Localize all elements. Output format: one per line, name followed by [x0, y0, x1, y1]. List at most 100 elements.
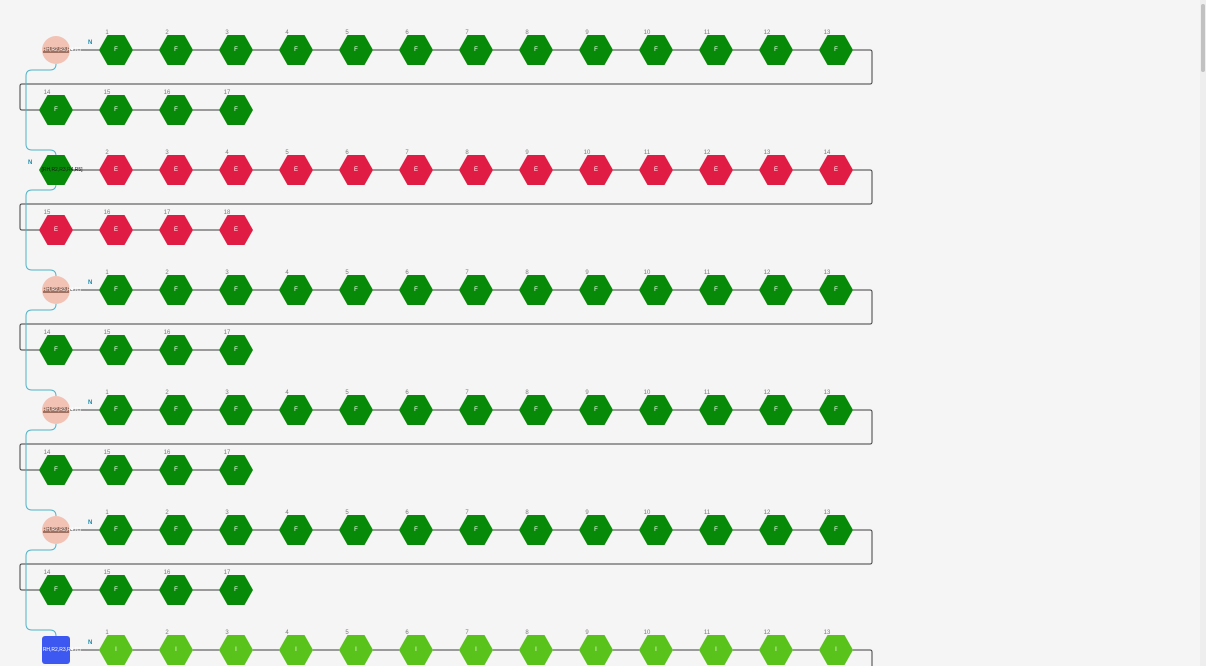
chain-0-residue-12-number: 12 — [764, 30, 771, 36]
chain-2-residue-14-letter: F — [54, 347, 58, 353]
chain-1-residue-15-letter: E — [54, 227, 58, 233]
chain-4-n-terminal-label: N — [88, 520, 92, 526]
chain-4-residue-14-number: 14 — [44, 570, 51, 576]
chain-1-residue-17-number: 17 — [164, 210, 171, 216]
chain-1-residue-14-letter: E — [834, 167, 838, 173]
chain-4-residue-4-letter: F — [294, 527, 298, 533]
chain-0-residue-16-number: 16 — [164, 90, 171, 96]
chain-4-residue-13-letter: F — [834, 527, 838, 533]
chain-5-n-terminal-label: N — [88, 640, 92, 646]
chain-2-residue-7-letter: F — [474, 287, 478, 293]
chain-0-residue-12-letter: F — [774, 47, 778, 53]
chain-4-residue-1-letter: F — [114, 527, 118, 533]
chain-0-residue-15-number: 15 — [104, 90, 111, 96]
chain-0-residue-3-letter: F — [234, 47, 238, 53]
chain-1-modification-label: [RH,R2,R3,R4,R5] — [41, 167, 83, 173]
chain-2-modification-label: RH,R2,R3,R4,R5 — [43, 287, 82, 293]
chain-4-residue-17-number: 17 — [224, 570, 231, 576]
chain-2-n-terminal-label: N — [88, 280, 92, 286]
chain-4-residue-13-number: 13 — [824, 510, 831, 516]
chain-4-modification-label: RH,R2,R3,R4,R5 — [43, 527, 82, 533]
scrollbar-thumb[interactable] — [1201, 4, 1205, 72]
chain-0-residue-6-letter: F — [414, 47, 418, 53]
chain-4-residue-6-letter: F — [414, 527, 418, 533]
chain-4-residue-8-letter: F — [534, 527, 538, 533]
chain-2-residue-1-letter: F — [114, 287, 118, 293]
chain-1-residue-18-number: 18 — [224, 210, 231, 216]
chain-2-residue-5-letter: F — [354, 287, 358, 293]
chain-2-wrap-line — [19, 289, 873, 351]
chain-4-residue-5-letter: F — [354, 527, 358, 533]
chain-1-residue-2-letter: E — [114, 167, 118, 173]
chain-0-residue-17-number: 17 — [224, 90, 231, 96]
chain-3-residue-14-number: 14 — [44, 450, 51, 456]
chain-0-modification-label: RH,R2,R3,R4,R5 — [43, 47, 82, 53]
scrollbar-track[interactable] — [1200, 0, 1206, 666]
chain-2-residue-11-letter: F — [714, 287, 718, 293]
chain-3-residue-4-letter: F — [294, 407, 298, 413]
chain-3-modification-label: RH,R2,R3,R4,R5 — [43, 407, 82, 413]
chain-2-residue-12-number: 12 — [764, 270, 771, 276]
chain-3-residue-17-letter: F — [234, 467, 238, 473]
chain-1-residue-13-number: 13 — [764, 150, 771, 156]
chain-1-residue-16-letter: E — [114, 227, 118, 233]
chain-1-residue-11-number: 11 — [644, 150, 651, 156]
chain-5-residue-10-number: 10 — [644, 630, 651, 636]
peptide-diagram: RH,R2,R3,R4,R5NF1F2F3F4F5F6F7F8F9F10F11F… — [19, 30, 873, 666]
chain-2-residue-2-letter: F — [174, 287, 178, 293]
chain-2-residue-12-letter: F — [774, 287, 778, 293]
chain-5-residue-12-number: 12 — [764, 630, 771, 636]
chain-0-residue-8-letter: F — [534, 47, 538, 53]
chain-3-residue-13-letter: F — [834, 407, 838, 413]
chain-3-wrap-line — [19, 409, 873, 471]
chain-0-residue-10-number: 10 — [644, 30, 651, 36]
chain-2-residue-11-number: 11 — [704, 270, 711, 276]
chain-2-residue-16-number: 16 — [164, 330, 171, 336]
chain-0-residue-5-letter: F — [354, 47, 358, 53]
chain-0-residue-4-letter: F — [294, 47, 298, 53]
chain-0-residue-13-number: 13 — [824, 30, 831, 36]
chain-3-residue-1-letter: F — [114, 407, 118, 413]
chain-1-residue-9-letter: E — [534, 167, 538, 173]
chain-0-residue-9-letter: F — [594, 47, 598, 53]
chain-0-wrap-line — [19, 49, 873, 111]
chain-1-residue-6-letter: E — [354, 167, 358, 173]
chain-2-residue-15-number: 15 — [104, 330, 111, 336]
chain-4-residue-10-number: 10 — [644, 510, 651, 516]
chain-1-residue-17-letter: E — [174, 227, 178, 233]
chain-3-residue-15-letter: F — [114, 467, 118, 473]
chain-4-residue-3-letter: F — [234, 527, 238, 533]
chain-3-residue-8-letter: F — [534, 407, 538, 413]
chain-3-residue-16-letter: F — [174, 467, 178, 473]
chain-3-residue-12-number: 12 — [764, 390, 771, 396]
chain-1-residue-13-letter: E — [774, 167, 778, 173]
chain-2-residue-15-letter: F — [114, 347, 118, 353]
chain-2-residue-16-letter: F — [174, 347, 178, 353]
chain-2-residue-14-number: 14 — [44, 330, 51, 336]
chain-1-residue-8-letter: E — [474, 167, 478, 173]
chain-2-residue-3-letter: F — [234, 287, 238, 293]
chain-2-residue-10-number: 10 — [644, 270, 651, 276]
chain-0-residue-14-number: 14 — [44, 90, 51, 96]
chain-3-residue-13-number: 13 — [824, 390, 831, 396]
chain-1-wrap-line — [19, 169, 873, 231]
chain-2-residue-17-letter: F — [234, 347, 238, 353]
chain-4-residue-16-letter: F — [174, 587, 178, 593]
chain-3-residue-14-letter: F — [54, 467, 58, 473]
chain-0-residue-17-letter: F — [234, 107, 238, 113]
chain-0-residue-11-letter: F — [714, 47, 718, 53]
chain-5-residue-11-number: 11 — [704, 630, 711, 636]
chain-5-residue-13-number: 13 — [824, 630, 831, 636]
chain-4-residue-15-number: 15 — [104, 570, 111, 576]
chain-2-residue-10-letter: F — [654, 287, 658, 293]
chain-1-residue-7-letter: E — [414, 167, 418, 173]
chain-4-residue-17-letter: F — [234, 587, 238, 593]
chain-2-residue-17-number: 17 — [224, 330, 231, 336]
chain-4-residue-11-number: 11 — [704, 510, 711, 516]
chain-2-residue-6-letter: F — [414, 287, 418, 293]
chain-1-residue-12-letter: E — [714, 167, 718, 173]
chain-1-residue-4-letter: E — [234, 167, 238, 173]
chain-1-residue-11-letter: E — [654, 167, 658, 173]
chain-0-residue-11-number: 11 — [704, 30, 711, 36]
chain-0-residue-7-letter: F — [474, 47, 478, 53]
